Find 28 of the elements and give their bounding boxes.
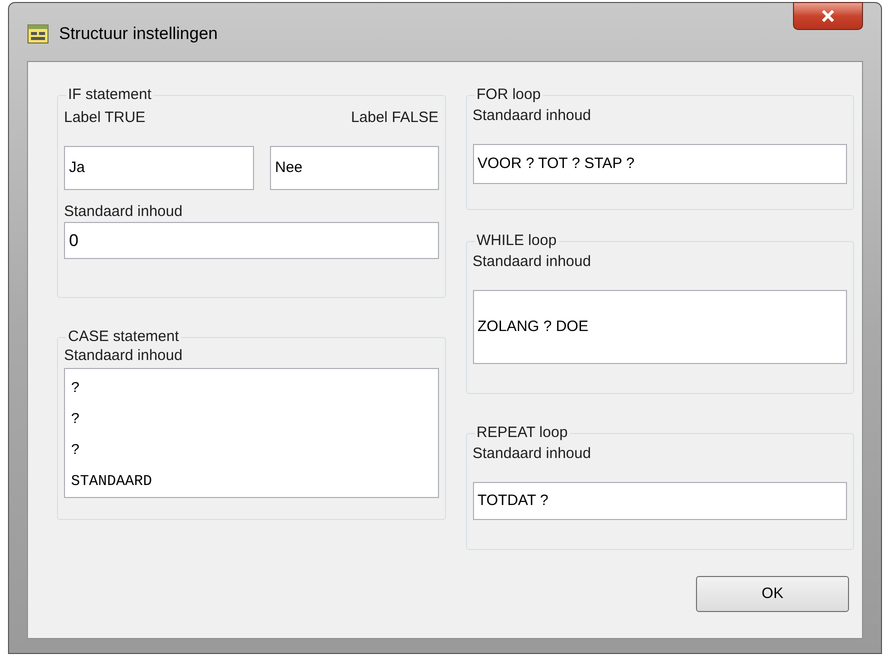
window-icon xyxy=(27,24,49,44)
text-field[interactable]: TOTDAT ? xyxy=(472,482,847,520)
text-field[interactable]: Nee xyxy=(270,146,438,190)
group-title: REPEAT loop xyxy=(476,424,569,442)
window-title: Structuur instellingen xyxy=(59,23,218,45)
text-line: STANDAARD xyxy=(71,472,154,492)
text-line: ? xyxy=(71,410,82,430)
group-title: IF statement xyxy=(67,86,152,104)
text-field[interactable]: ZOLANG ? DOE xyxy=(472,290,847,364)
text-line: ? xyxy=(71,441,82,461)
text-field[interactable]: VOOR ? TOT ? STAP ? xyxy=(472,144,847,184)
text-field[interactable]: 0 xyxy=(64,222,438,259)
text-area[interactable]: ? ? ? STANDAARD xyxy=(64,368,438,498)
field-label: Standaard inhoud xyxy=(472,252,592,272)
field-label: Standaard inhoud xyxy=(64,202,184,222)
text-field[interactable]: Ja xyxy=(64,146,254,190)
group-title: WHILE loop xyxy=(476,232,558,250)
close-icon xyxy=(821,10,835,22)
field-label: Standaard inhoud xyxy=(472,106,592,126)
close-button[interactable] xyxy=(793,2,863,30)
group-title: FOR loop xyxy=(476,86,542,104)
field-label: Label TRUE xyxy=(64,108,146,128)
ok-button[interactable]: OK xyxy=(696,576,849,612)
group-title: CASE statement xyxy=(67,328,180,346)
field-label: Standaard inhoud xyxy=(472,444,592,464)
field-label: Standaard inhoud xyxy=(64,346,184,366)
text-line: ? xyxy=(71,379,82,399)
field-label: Label FALSE xyxy=(350,108,438,128)
